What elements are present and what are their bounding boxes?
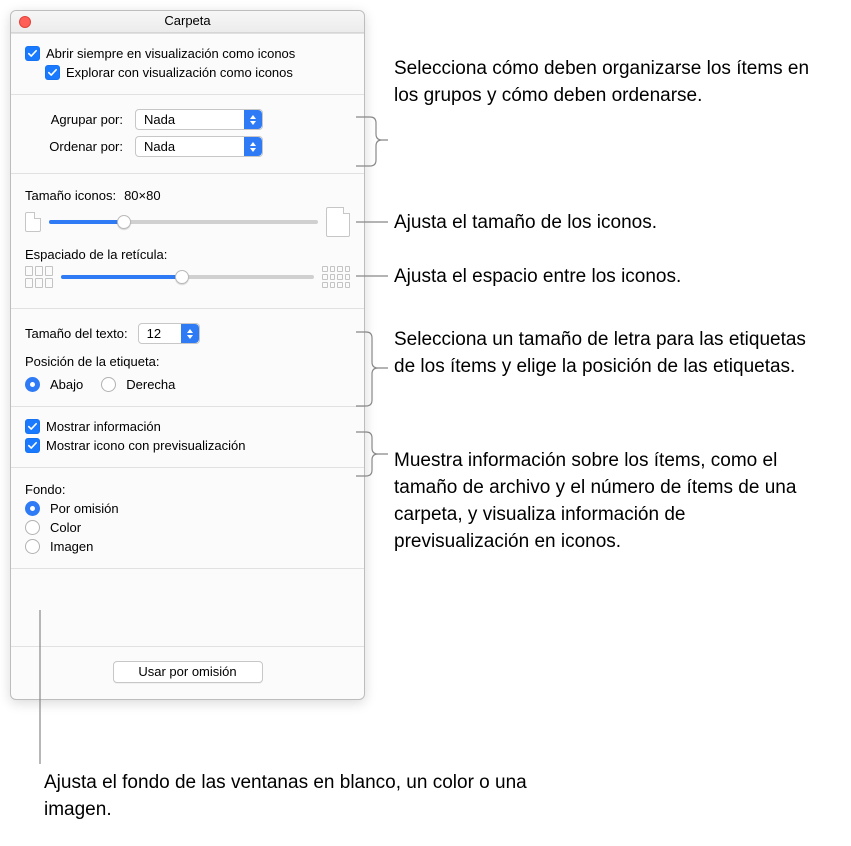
icon-size-value: 80×80 xyxy=(124,188,161,203)
window-title: Carpeta xyxy=(164,13,210,28)
label-pos-right-text: Derecha xyxy=(126,377,175,392)
select-arrows-icon xyxy=(181,324,199,343)
sort-by-value: Nada xyxy=(144,139,175,154)
grid-loose-icon xyxy=(322,266,350,288)
section-group-sort: Agrupar por: Nada Ordenar por: Nada xyxy=(11,94,364,173)
grid-spacing-slider[interactable] xyxy=(61,267,314,287)
footer: Usar por omisión xyxy=(11,646,364,699)
view-options-window: Carpeta Abrir siempre en visualización c… xyxy=(10,10,365,700)
small-document-icon xyxy=(25,212,41,232)
sort-by-select[interactable]: Nada xyxy=(135,136,263,157)
section-background: Fondo: Por omisión Color Imagen xyxy=(11,467,364,568)
background-default-text: Por omisión xyxy=(50,501,119,516)
callout-info: Muestra información sobre los ítems, com… xyxy=(394,448,814,556)
label-pos-right-radio[interactable] xyxy=(101,377,116,392)
background-color-radio[interactable] xyxy=(25,520,40,535)
background-color-text: Color xyxy=(50,520,81,535)
large-document-icon xyxy=(326,207,350,237)
callout-spacing: Ajusta el espacio entre los iconos. xyxy=(394,264,834,291)
blank-section xyxy=(11,568,364,646)
select-arrows-icon xyxy=(244,137,262,156)
browse-icons-checkbox[interactable] xyxy=(45,65,60,80)
section-open-mode: Abrir siempre en visualización como icon… xyxy=(11,33,364,94)
icon-size-label: Tamaño iconos: xyxy=(25,188,116,203)
section-text: Tamaño del texto: 12 Posición de la etiq… xyxy=(11,308,364,406)
show-preview-checkbox[interactable] xyxy=(25,438,40,453)
callout-sort: Selecciona cómo deben organizarse los ít… xyxy=(394,56,824,110)
titlebar: Carpeta xyxy=(11,11,364,33)
always-open-icons-checkbox[interactable] xyxy=(25,46,40,61)
callout-text: Selecciona un tamaño de letra para las e… xyxy=(394,327,824,381)
show-info-checkbox[interactable] xyxy=(25,419,40,434)
group-by-select[interactable]: Nada xyxy=(135,109,263,130)
group-by-label: Agrupar por: xyxy=(25,112,135,127)
text-size-select[interactable]: 12 xyxy=(138,323,200,344)
label-pos-bottom-radio[interactable] xyxy=(25,377,40,392)
close-icon[interactable] xyxy=(19,16,31,28)
label-pos-bottom-text: Abajo xyxy=(50,377,83,392)
callout-background: Ajusta el fondo de las ventanas en blanc… xyxy=(44,770,544,824)
background-default-radio[interactable] xyxy=(25,501,40,516)
background-label: Fondo: xyxy=(25,482,65,497)
always-open-icons-label: Abrir siempre en visualización como icon… xyxy=(46,46,295,61)
select-arrows-icon xyxy=(244,110,262,129)
grid-spacing-label: Espaciado de la retícula: xyxy=(25,247,167,262)
section-sizes: Tamaño iconos: 80×80 Espaciado de la ret… xyxy=(11,173,364,308)
label-position-label: Posición de la etiqueta: xyxy=(25,354,159,369)
group-by-value: Nada xyxy=(144,112,175,127)
show-info-label: Mostrar información xyxy=(46,419,161,434)
browse-icons-label: Explorar con visualización como iconos xyxy=(66,65,293,80)
show-preview-label: Mostrar icono con previsualización xyxy=(46,438,245,453)
background-image-radio[interactable] xyxy=(25,539,40,554)
background-image-text: Imagen xyxy=(50,539,93,554)
icon-size-slider[interactable] xyxy=(49,212,318,232)
text-size-label: Tamaño del texto: xyxy=(25,326,128,341)
sort-by-label: Ordenar por: xyxy=(25,139,135,154)
callout-icon-size: Ajusta el tamaño de los iconos. xyxy=(394,210,824,237)
grid-tight-icon xyxy=(25,266,53,288)
text-size-value: 12 xyxy=(147,326,161,341)
section-info: Mostrar información Mostrar icono con pr… xyxy=(11,406,364,467)
use-defaults-button[interactable]: Usar por omisión xyxy=(113,661,263,683)
